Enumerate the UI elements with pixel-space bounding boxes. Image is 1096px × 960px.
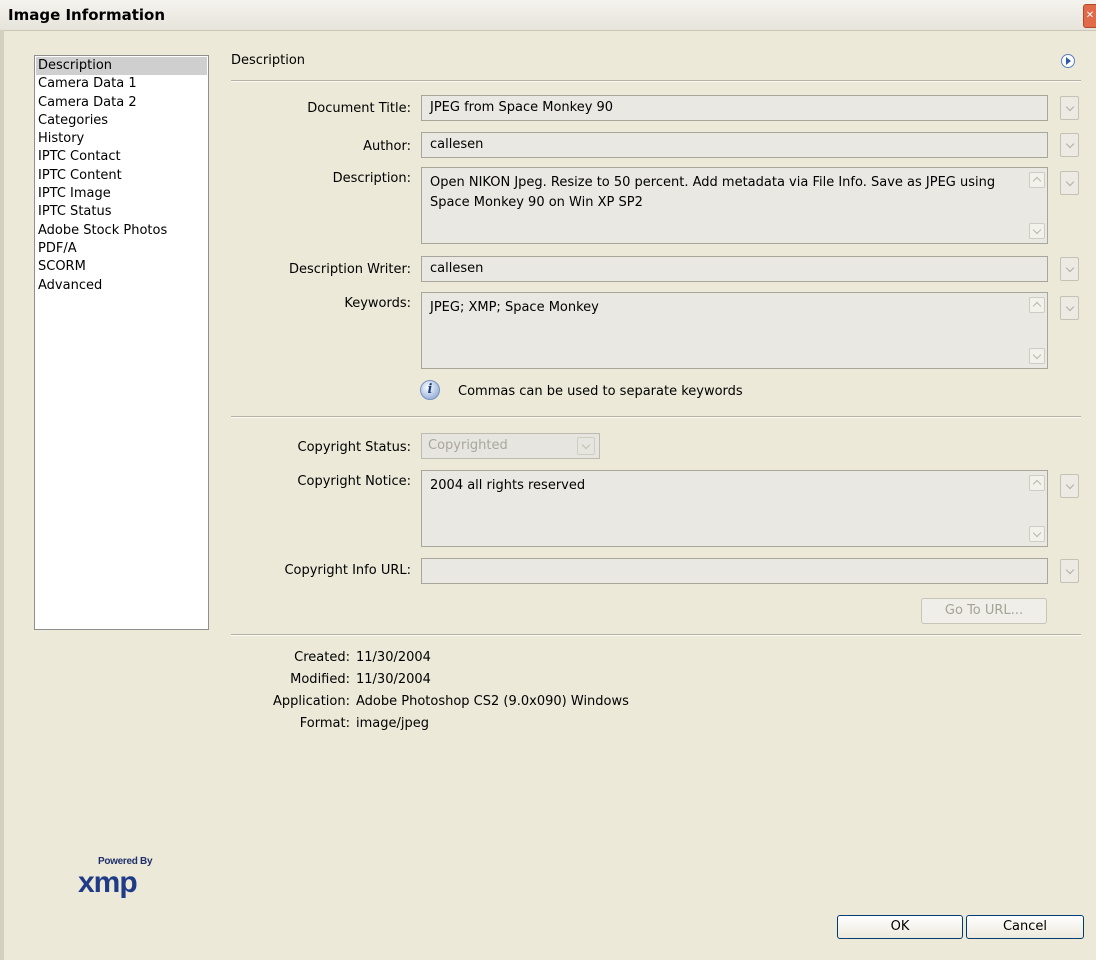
category-list[interactable]: Description Camera Data 1 Camera Data 2 …	[34, 55, 209, 630]
copyright-notice-scroll-down[interactable]	[1029, 526, 1045, 542]
category-item-adobe-stock-photos[interactable]: Adobe Stock Photos	[35, 222, 208, 240]
title-bar: Image Information ✕	[0, 0, 1096, 31]
category-item-iptc-content[interactable]: IPTC Content	[35, 167, 208, 185]
xmp-logo: Powered By xmp	[78, 856, 172, 902]
category-item-description[interactable]: Description	[36, 57, 207, 76]
author-label: Author:	[363, 139, 411, 154]
description-writer-input[interactable]: callesen	[421, 256, 1048, 282]
keywords-textarea[interactable]: JPEG; XMP; Space Monkey	[421, 292, 1048, 369]
keywords-scroll-up[interactable]	[1029, 297, 1045, 313]
format-label: Format:	[299, 716, 350, 731]
info-icon: i	[420, 380, 440, 400]
format-value: image/jpeg	[356, 716, 429, 731]
application-label: Application:	[272, 694, 350, 709]
description-text: Open NIKON Jpeg. Resize to 50 percent. A…	[430, 175, 996, 210]
author-history-dropdown[interactable]	[1060, 133, 1079, 157]
category-item-pdfa[interactable]: PDF/A	[35, 240, 208, 258]
divider	[231, 80, 1081, 82]
flyout-menu-icon[interactable]	[1061, 54, 1075, 68]
description-scroll-down[interactable]	[1029, 223, 1045, 239]
chevron-down-icon	[577, 437, 595, 455]
copyright-url-history-dropdown[interactable]	[1060, 559, 1079, 583]
copyright-status-select[interactable]: Copyrighted	[421, 433, 600, 459]
document-title-history-dropdown[interactable]	[1060, 96, 1079, 120]
copyright-notice-label: Copyright Notice:	[297, 474, 411, 489]
category-item-camera-data-2[interactable]: Camera Data 2	[35, 94, 208, 112]
application-value: Adobe Photoshop CS2 (9.0x090) Windows	[356, 694, 629, 709]
close-button[interactable]: ✕	[1083, 4, 1096, 28]
keywords-scroll-down[interactable]	[1029, 348, 1045, 364]
category-item-advanced[interactable]: Advanced	[35, 277, 208, 295]
window-frame-left	[0, 30, 4, 960]
modified-label: Modified:	[290, 672, 350, 687]
description-writer-history-dropdown[interactable]	[1060, 257, 1079, 281]
category-item-iptc-image[interactable]: IPTC Image	[35, 185, 208, 203]
keywords-hint: Commas can be used to separate keywords	[458, 384, 743, 399]
keywords-history-dropdown[interactable]	[1060, 296, 1079, 320]
modified-value: 11/30/2004	[356, 672, 431, 687]
xmp-mark: xmp	[78, 866, 138, 899]
description-label: Description:	[332, 171, 411, 186]
ok-button[interactable]: OK	[837, 915, 963, 939]
divider	[231, 416, 1081, 418]
category-item-iptc-contact[interactable]: IPTC Contact	[35, 148, 208, 166]
description-textarea[interactable]: Open NIKON Jpeg. Resize to 50 percent. A…	[421, 167, 1048, 244]
description-scroll-up[interactable]	[1029, 172, 1045, 188]
document-title-input[interactable]: JPEG from Space Monkey 90	[421, 95, 1048, 121]
panel-title: Description	[231, 53, 306, 68]
category-item-categories[interactable]: Categories	[35, 112, 208, 130]
cancel-button[interactable]: Cancel	[966, 915, 1084, 939]
description-writer-label: Description Writer:	[289, 262, 411, 277]
document-title-label: Document Title:	[307, 101, 411, 116]
copyright-notice-history-dropdown[interactable]	[1060, 474, 1079, 498]
copyright-notice-text: 2004 all rights reserved	[430, 478, 586, 493]
keywords-text: JPEG; XMP; Space Monkey	[430, 300, 599, 315]
category-item-history[interactable]: History	[35, 130, 208, 148]
copyright-url-label: Copyright Info URL:	[284, 563, 411, 578]
created-value: 11/30/2004	[356, 650, 431, 665]
copyright-notice-textarea[interactable]: 2004 all rights reserved	[421, 470, 1048, 547]
keywords-label: Keywords:	[344, 296, 411, 311]
created-label: Created:	[294, 650, 350, 665]
copyright-notice-scroll-up[interactable]	[1029, 475, 1045, 491]
go-to-url-button[interactable]: Go To URL...	[921, 598, 1047, 624]
category-item-iptc-status[interactable]: IPTC Status	[35, 203, 208, 221]
divider	[231, 634, 1081, 636]
copyright-url-input[interactable]	[421, 558, 1048, 584]
copyright-status-label: Copyright Status:	[297, 440, 411, 455]
window-title: Image Information	[8, 6, 166, 24]
author-input[interactable]: callesen	[421, 132, 1048, 158]
category-item-camera-data-1[interactable]: Camera Data 1	[35, 75, 208, 93]
copyright-status-value: Copyrighted	[428, 438, 508, 453]
description-history-dropdown[interactable]	[1060, 171, 1079, 195]
category-item-scorm[interactable]: SCORM	[35, 258, 208, 276]
